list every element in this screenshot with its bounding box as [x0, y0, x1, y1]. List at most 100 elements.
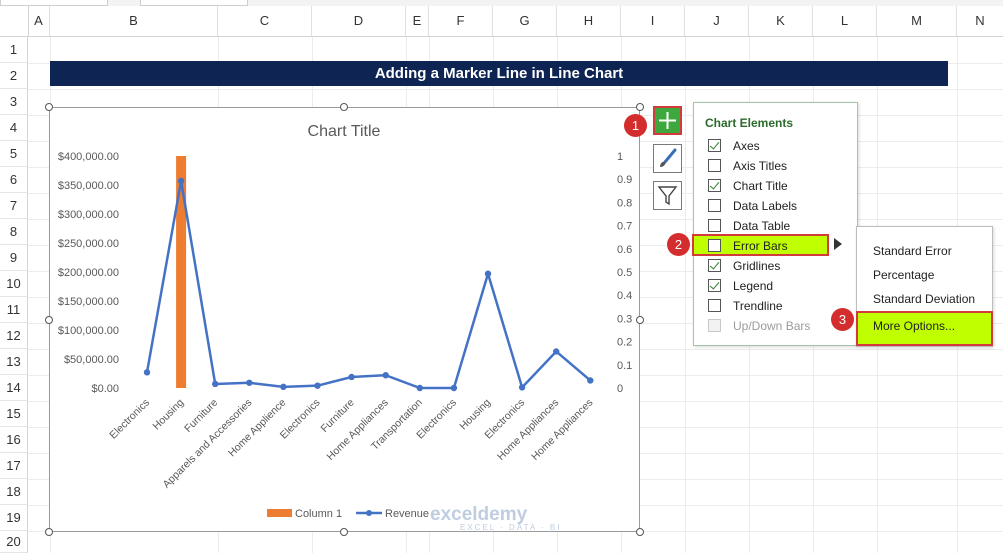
row-header-3[interactable]: 3 — [0, 89, 28, 115]
row-header-7[interactable]: 7 — [0, 193, 28, 219]
gridlines-checkbox[interactable] — [708, 259, 721, 272]
row-header-9[interactable]: 9 — [0, 245, 28, 271]
column-header-g[interactable]: G — [493, 6, 557, 36]
row-header-10[interactable]: 10 — [0, 271, 28, 297]
row-header-20[interactable]: 20 — [0, 531, 28, 553]
exceldemy-watermark: exceldemy EXCEL · DATA · BI — [430, 504, 561, 532]
row-header-13[interactable]: 13 — [0, 349, 28, 375]
row-header-19[interactable]: 19 — [0, 505, 28, 531]
row-header-15[interactable]: 15 — [0, 401, 28, 427]
column-header-i[interactable]: I — [621, 6, 685, 36]
column-header-e[interactable]: E — [406, 6, 429, 36]
resize-handle-n[interactable] — [340, 103, 348, 111]
more-options-item-highlighted[interactable]: More Options... — [856, 311, 993, 346]
row-header-17[interactable]: 17 — [0, 453, 28, 479]
chart-area[interactable]: Chart Title $400,000.00 $350,000.00 $300,0… — [49, 107, 640, 532]
revenue-point[interactable] — [450, 384, 458, 392]
revenue-series-line[interactable] — [145, 179, 592, 390]
row-header-2[interactable]: 2 — [0, 63, 28, 89]
revenue-point[interactable] — [177, 177, 185, 185]
revenue-point[interactable] — [484, 270, 492, 277]
row-header-16[interactable]: 16 — [0, 427, 28, 453]
resize-handle-s[interactable] — [340, 528, 348, 536]
revenue-point[interactable] — [553, 348, 560, 355]
y-axis-tick-label: $300,000.00 — [58, 209, 119, 221]
chart-element-data-table[interactable]: Data Table — [708, 216, 856, 236]
row-header-6[interactable]: 6 — [0, 167, 28, 193]
chart-title[interactable]: Chart Title — [308, 123, 381, 140]
resize-handle-sw[interactable] — [45, 528, 53, 536]
standard-deviation-option[interactable]: Standard Deviation — [873, 289, 975, 309]
resize-handle-ne[interactable] — [636, 103, 644, 111]
chart-styles-button[interactable] — [653, 144, 682, 173]
chart-elements-button[interactable] — [653, 106, 682, 135]
column-header-k[interactable]: K — [749, 6, 813, 36]
data-table-checkbox[interactable] — [708, 219, 721, 232]
row-header-14[interactable]: 14 — [0, 375, 28, 401]
step-badge-1: 1 — [624, 114, 647, 137]
resize-handle-nw[interactable] — [45, 103, 53, 111]
column-header-d[interactable]: D — [312, 6, 406, 36]
column-header-c[interactable]: C — [218, 6, 312, 36]
chart-element-legend[interactable]: Legend — [708, 276, 856, 296]
chart-elements-title: Chart Elements — [705, 116, 794, 130]
row-header-1[interactable]: 1 — [0, 37, 28, 63]
axes-label: Axes — [733, 139, 760, 153]
legend-revenue-label: Revenue — [385, 508, 429, 520]
chart-title-checkbox[interactable] — [708, 179, 721, 192]
chart-element-data-labels[interactable]: Data Labels — [708, 196, 856, 216]
chart-element-gridlines[interactable]: Gridlines — [708, 256, 856, 276]
column-header-h[interactable]: H — [557, 6, 621, 36]
revenue-point[interactable] — [246, 379, 253, 386]
chart-filters-button[interactable] — [653, 181, 682, 210]
revenue-point[interactable] — [280, 383, 287, 391]
revenue-point[interactable] — [416, 384, 423, 392]
submenu-arrow-icon[interactable] — [834, 238, 842, 250]
legend[interactable]: Column 1 Revenue — [267, 508, 429, 520]
x-axis-category-label: Home Appliances — [495, 397, 561, 463]
column1-bar[interactable] — [176, 156, 187, 388]
row-header-11[interactable]: 11 — [0, 297, 28, 323]
row-header-8[interactable]: 8 — [0, 219, 28, 245]
column-header-j[interactable]: J — [685, 6, 749, 36]
standard-error-option[interactable]: Standard Error — [873, 241, 952, 261]
select-all-corner[interactable] — [0, 6, 29, 37]
revenue-point[interactable] — [518, 384, 526, 391]
column-header-l[interactable]: L — [813, 6, 877, 36]
column-header-f[interactable]: F — [429, 6, 493, 36]
row-header-5[interactable]: 5 — [0, 141, 28, 167]
row-header-4[interactable]: 4 — [0, 115, 28, 141]
column-header-a[interactable]: A — [28, 6, 50, 36]
revenue-point[interactable] — [314, 382, 321, 389]
legend-checkbox[interactable] — [708, 279, 721, 292]
revenue-point[interactable] — [143, 369, 151, 376]
trendline-checkbox[interactable] — [708, 299, 721, 312]
chart-element-axes[interactable]: Axes — [708, 136, 856, 156]
revenue-point[interactable] — [348, 373, 355, 381]
row-header-12[interactable]: 12 — [0, 323, 28, 349]
banner-title: Adding a Marker Line in Line Chart — [50, 61, 948, 86]
chart-element-chart-title[interactable]: Chart Title — [708, 176, 856, 196]
column-header-b[interactable]: B — [50, 6, 218, 36]
column-header-n[interactable]: N — [957, 6, 1003, 36]
data-labels-checkbox[interactable] — [708, 199, 721, 212]
revenue-point[interactable] — [587, 377, 594, 384]
chart-element-axis-titles[interactable]: Axis Titles — [708, 156, 856, 176]
legend-revenue-marker — [366, 510, 372, 516]
axis-titles-checkbox[interactable] — [708, 159, 721, 172]
percentage-option[interactable]: Percentage — [873, 265, 934, 285]
resize-handle-e[interactable] — [636, 316, 644, 324]
error-bars-checkbox[interactable] — [708, 239, 721, 252]
resize-handle-se[interactable] — [636, 528, 644, 536]
secondary-axis-ticks: 1 0.9 0.8 0.7 0.6 0.5 0.4 0.3 0.2 0.1 0 — [617, 151, 632, 395]
revenue-point[interactable] — [382, 372, 389, 379]
y2-axis-tick-label: 0.9 — [617, 174, 632, 186]
column-header-m[interactable]: M — [877, 6, 957, 36]
y-axis-tick-label: $50,000.00 — [64, 354, 119, 366]
axes-checkbox[interactable] — [708, 139, 721, 152]
y-axis-tick-label: $100,000.00 — [58, 325, 119, 337]
resize-handle-w[interactable] — [45, 316, 53, 324]
row-header-18[interactable]: 18 — [0, 479, 28, 505]
revenue-point[interactable] — [212, 380, 219, 388]
error-bars-item-highlighted[interactable]: Error Bars — [692, 234, 829, 256]
